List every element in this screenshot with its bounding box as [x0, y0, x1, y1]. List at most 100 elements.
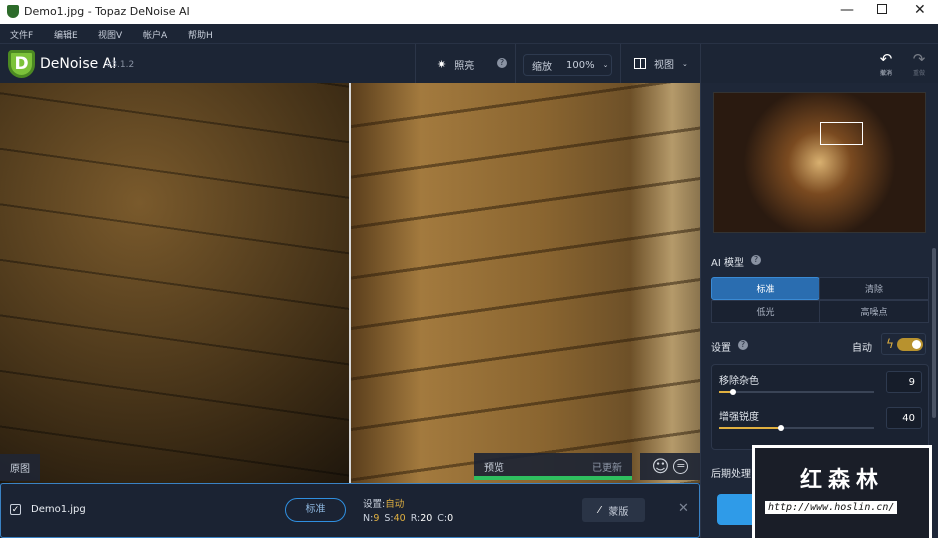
redo-button[interactable]: ↷ 重做 — [907, 50, 931, 77]
slider-handle[interactable] — [729, 389, 736, 395]
help-icon[interactable]: ? — [738, 340, 748, 350]
preview-status: 已更新 — [592, 463, 622, 474]
watermark-text: 红森林 — [800, 468, 885, 493]
slider-fill — [719, 427, 781, 429]
maximize-button[interactable] — [877, 4, 887, 14]
post-processing-heading: 后期处理 — [711, 469, 751, 480]
auto-label: 自动 — [852, 343, 872, 354]
redo-label: 重做 — [912, 70, 925, 77]
model-clear[interactable]: 清除 — [819, 277, 929, 300]
model-low-light[interactable]: 低光 — [711, 300, 820, 323]
slider-track[interactable] — [719, 425, 874, 431]
brighten-button[interactable]: ✷ 照亮 — [437, 57, 474, 72]
undo-button[interactable]: ↶ 撤消 — [874, 50, 898, 77]
view-label: 视图 — [654, 60, 674, 71]
close-button[interactable]: ✕ — [914, 2, 926, 18]
preview-label: 预览 — [484, 463, 504, 474]
model-label: 清除 — [864, 285, 883, 295]
auto-toggle[interactable]: ϟ — [881, 333, 926, 355]
slider-value-input[interactable]: 40 — [886, 407, 922, 429]
model-label: 高噪点 — [860, 308, 888, 318]
param-key: R: — [410, 513, 421, 524]
smile-icon[interactable]: ☺ — [652, 457, 670, 477]
preview-progress-bar — [474, 476, 632, 480]
file-name: Demo1.jpg — [31, 504, 86, 515]
menu-view[interactable]: 视图V — [98, 28, 122, 41]
brush-icon: ⁄ — [598, 504, 601, 516]
split-divider-handle[interactable] — [349, 83, 351, 483]
zoom-select[interactable]: 缩放 100% ⌄ — [523, 54, 612, 76]
model-label: 标准 — [756, 285, 775, 295]
mask-button[interactable]: ⁄ 蒙版 — [582, 498, 645, 522]
model-badge-button[interactable]: 标准 — [285, 498, 346, 522]
slider-value: 40 — [902, 413, 915, 424]
slider-label: 增强锐度 — [719, 412, 759, 423]
feedback-box: ☺ = — [640, 453, 700, 480]
sun-icon: ✷ — [437, 58, 447, 71]
slider-handle[interactable] — [778, 425, 784, 431]
toggle-track — [896, 337, 923, 351]
neutral-face-icon[interactable]: = — [673, 459, 689, 474]
original-label: 原图 — [0, 454, 40, 481]
preview-image — [351, 83, 700, 483]
split-view-icon — [634, 58, 646, 69]
zoom-value: 100% — [566, 59, 595, 71]
watermark: 红森林 http://www.hoslin.cn/ — [752, 445, 932, 538]
logo-icon: D — [8, 50, 35, 78]
param-key: C: — [437, 513, 448, 524]
param-value: 9 — [373, 513, 380, 524]
watermark-url: http://www.hoslin.cn/ — [765, 501, 898, 514]
settings-heading: 设置 — [711, 343, 731, 354]
original-image — [0, 83, 349, 483]
mask-label: 蒙版 — [608, 506, 629, 518]
settings-summary-value: 自动 — [385, 499, 405, 510]
navigator-viewport[interactable] — [820, 122, 863, 145]
param-key: S: — [384, 513, 394, 524]
file-checkbox[interactable]: ✓ — [10, 504, 21, 515]
toolbar: D DeNoise AI v3.1.2 ✷ 照亮 ? 缩放 100% ⌄ 视图 … — [0, 43, 938, 84]
settings-summary: 设置:自动 N:9 S:40 R:20 C:0 — [363, 496, 458, 524]
image-viewer[interactable]: 原图 预览 已更新 ☺ = — [0, 83, 700, 483]
undo-label: 撤消 — [879, 70, 892, 77]
minimize-button[interactable]: — — [840, 2, 854, 18]
remove-file-button[interactable]: ✕ — [678, 501, 689, 516]
app-version: v3.1.2 — [106, 60, 135, 70]
help-icon[interactable]: ? — [751, 255, 761, 265]
chevron-down-icon: ⌄ — [682, 59, 688, 68]
view-button[interactable]: 视图 ⌄ — [634, 56, 688, 71]
chevron-down-icon: ⌄ — [602, 61, 609, 69]
menu-bar: 文件F 编辑E 视图V 帐户A 帮助H — [0, 24, 938, 43]
param-key: N: — [363, 513, 374, 524]
undo-icon: ↶ — [879, 50, 893, 68]
slider-label: 移除杂色 — [719, 376, 759, 387]
menu-help[interactable]: 帮助H — [188, 28, 213, 41]
title-bar: Demo1.jpg - Topaz DeNoise AI — ✕ — [0, 0, 938, 24]
slider-track[interactable] — [719, 389, 874, 395]
help-icon[interactable]: ? — [497, 58, 507, 68]
param-value: 0 — [447, 513, 454, 524]
menu-file[interactable]: 文件F — [10, 28, 33, 41]
model-label: 低光 — [756, 308, 775, 318]
param-value: 20 — [420, 513, 433, 524]
window-title: Demo1.jpg - Topaz DeNoise AI — [24, 5, 190, 18]
app-icon — [7, 5, 19, 18]
slider-value-input[interactable]: 9 — [886, 371, 922, 393]
zoom-label: 缩放 — [532, 61, 552, 73]
file-strip[interactable]: ✓ Demo1.jpg 标准 设置:自动 N:9 S:40 R:20 C:0 ⁄ 蒙版… — [0, 483, 700, 538]
app-name: DeNoise AI — [40, 56, 117, 72]
preview-status-box: 预览 已更新 — [474, 453, 632, 480]
model-badge-label: 标准 — [305, 504, 326, 515]
navigator-thumbnail[interactable] — [713, 92, 926, 233]
model-severe-noise[interactable]: 高噪点 — [819, 300, 929, 323]
brighten-label: 照亮 — [454, 61, 475, 72]
ai-model-heading: AI 模型 — [711, 258, 744, 269]
param-value: 40 — [393, 513, 406, 524]
redo-icon: ↷ — [912, 50, 926, 68]
params-row: N:9 S:40 R:20 C:0 — [363, 513, 458, 524]
settings-summary-label: 设置: — [363, 499, 386, 510]
menu-edit[interactable]: 编辑E — [54, 28, 78, 41]
panel-scrollbar[interactable] — [932, 248, 936, 418]
menu-account[interactable]: 帐户A — [143, 28, 167, 41]
model-standard[interactable]: 标准 — [711, 277, 820, 300]
slider-value: 9 — [908, 377, 915, 388]
